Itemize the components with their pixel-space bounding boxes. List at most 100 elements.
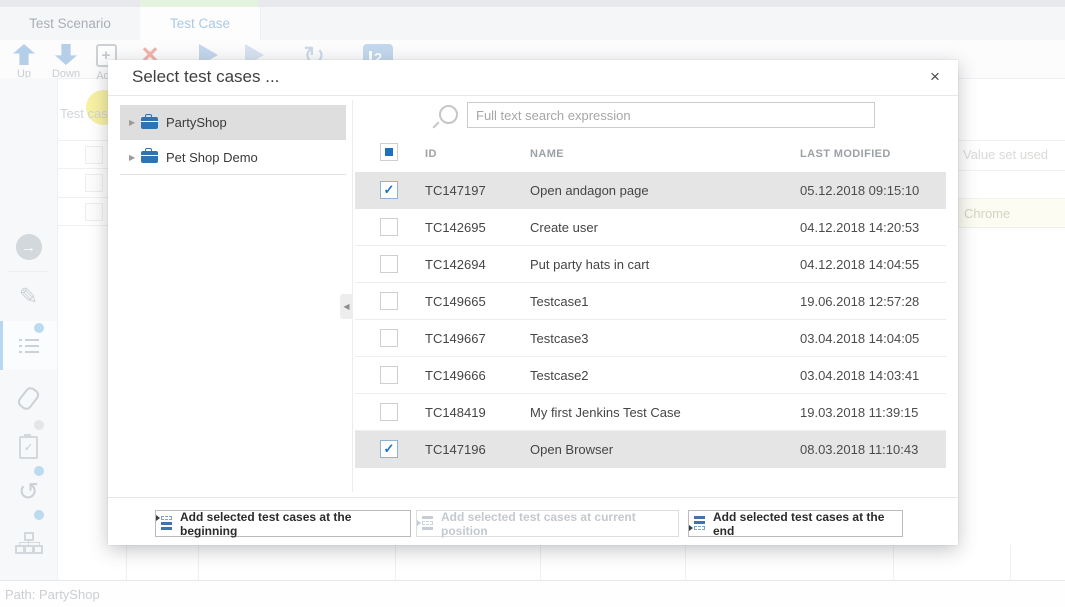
notification-dot bbox=[34, 510, 44, 520]
test-case-row[interactable]: TC142695 Create user 04.12.2018 14:20:53 bbox=[355, 209, 946, 246]
cell-last-modified: 19.03.2018 11:39:15 bbox=[800, 405, 918, 420]
cell-last-modified: 04.12.2018 14:20:53 bbox=[800, 220, 919, 235]
bg-grid-line bbox=[893, 545, 894, 580]
test-case-row[interactable]: TC149666 Testcase2 03.04.2018 14:03:41 bbox=[355, 357, 946, 394]
test-case-row[interactable]: ✓ TC147197 Open andagon page 05.12.2018 … bbox=[355, 172, 946, 209]
bg-grid-line bbox=[395, 545, 396, 580]
sidebar-item-attachments[interactable] bbox=[0, 376, 57, 420]
sidebar-divider bbox=[8, 271, 48, 272]
bg-grid-line bbox=[198, 545, 199, 580]
test-case-row[interactable]: TC142694 Put party hats in cart 04.12.20… bbox=[355, 246, 946, 283]
tree-item-label: PartyShop bbox=[166, 115, 227, 130]
search-input[interactable] bbox=[467, 102, 875, 128]
footer-button[interactable]: Add selected test cases at the beginning bbox=[155, 510, 411, 537]
active-tab-progress bbox=[140, 0, 258, 7]
collapse-panel-handle[interactable]: ◀ bbox=[340, 294, 353, 319]
close-icon[interactable]: × bbox=[924, 66, 946, 88]
footer-button-label: Add selected test cases at current posit… bbox=[441, 510, 678, 538]
footer-button: Add selected test cases at current posit… bbox=[416, 510, 679, 537]
row-checkbox[interactable]: ✓ bbox=[380, 181, 398, 199]
bg-row-checkbox bbox=[85, 146, 103, 164]
test-case-row[interactable]: TC149665 Testcase1 19.06.2018 12:57:28 bbox=[355, 283, 946, 320]
row-checkbox[interactable] bbox=[380, 255, 398, 273]
cell-last-modified: 05.12.2018 09:15:10 bbox=[800, 183, 919, 198]
cell-name: Put party hats in cart bbox=[530, 257, 649, 272]
bg-column-header-value-set: Value set used bbox=[963, 147, 1048, 162]
bg-grid-line bbox=[126, 545, 127, 580]
test-case-table: ✓ TC147197 Open andagon page 05.12.2018 … bbox=[355, 172, 946, 468]
list-icon bbox=[19, 338, 39, 354]
test-case-row[interactable]: TC148419 My first Jenkins Test Case 19.0… bbox=[355, 394, 946, 431]
row-checkbox[interactable] bbox=[380, 329, 398, 347]
insert-position-icon bbox=[417, 516, 434, 531]
bg-row-line bbox=[57, 197, 108, 198]
row-checkbox[interactable] bbox=[380, 366, 398, 384]
bg-grid-line bbox=[540, 545, 541, 580]
footer-divider bbox=[108, 497, 958, 498]
test-case-row[interactable]: ✓ TC147196 Open Browser 08.03.2018 11:10… bbox=[355, 431, 946, 468]
bg-row-line bbox=[57, 168, 108, 169]
history-icon: ↺ bbox=[18, 477, 39, 507]
sidebar-item-history[interactable]: ↺ bbox=[0, 470, 57, 514]
row-checkbox[interactable]: ✓ bbox=[380, 440, 398, 458]
arrow-up-icon bbox=[13, 44, 35, 65]
sidebar-item-hierarchy[interactable] bbox=[0, 521, 57, 565]
row-checkbox[interactable] bbox=[380, 403, 398, 421]
cell-name: Testcase2 bbox=[530, 368, 589, 383]
path-status: Path: PartyShop bbox=[5, 587, 100, 602]
sidebar-item-execute[interactable]: → bbox=[0, 225, 57, 269]
select-test-cases-dialog: Select test cases ... × ▶ PartyShop ▶ Pe… bbox=[108, 60, 958, 545]
tree-item[interactable]: ▶ PartyShop bbox=[120, 105, 346, 140]
cell-last-modified: 08.03.2018 11:10:43 bbox=[800, 442, 918, 457]
bg-grid-line bbox=[685, 545, 686, 580]
cell-id: TC147197 bbox=[425, 183, 486, 198]
bg-row-chrome: Chrome bbox=[954, 198, 1065, 228]
column-header-last-modified[interactable]: LAST MODIFIED bbox=[800, 148, 891, 160]
paperclip-icon bbox=[16, 384, 42, 411]
cell-id: TC147196 bbox=[425, 442, 486, 457]
tab-label: Test Scenario bbox=[29, 16, 111, 31]
cell-id: TC149667 bbox=[425, 331, 486, 346]
sidebar-item-test-case-list[interactable] bbox=[0, 324, 57, 368]
cell-last-modified: 03.04.2018 14:03:41 bbox=[800, 368, 919, 383]
column-header-id[interactable]: ID bbox=[425, 148, 437, 160]
caret-icon[interactable]: ▶ bbox=[129, 118, 141, 127]
cell-name: Open Browser bbox=[530, 442, 613, 457]
footer-button[interactable]: Add selected test cases at the end bbox=[688, 510, 903, 537]
notification-dot bbox=[34, 323, 44, 333]
bg-row-line bbox=[57, 225, 108, 226]
edit-pencil-icon: ✎ bbox=[19, 283, 38, 310]
project-briefcase-icon bbox=[141, 151, 158, 163]
cell-last-modified: 03.04.2018 14:04:05 bbox=[800, 331, 919, 346]
tab-test-case[interactable]: Test Case bbox=[140, 7, 261, 40]
cell-id: TC149666 bbox=[425, 368, 486, 383]
search-icon bbox=[439, 105, 458, 124]
go-arrow-icon: → bbox=[16, 234, 42, 260]
sidebar-item-edit[interactable]: ✎ bbox=[0, 274, 57, 318]
caret-icon[interactable]: ▶ bbox=[129, 153, 141, 162]
top-progress-strip bbox=[0, 0, 1065, 7]
row-checkbox[interactable] bbox=[380, 218, 398, 236]
cell-id: TC148419 bbox=[425, 405, 486, 420]
cell-name: Open andagon page bbox=[530, 183, 649, 198]
check-glyph: ✓ bbox=[24, 441, 33, 454]
bg-row-line bbox=[954, 170, 1065, 171]
cell-last-modified: 04.12.2018 14:04:55 bbox=[800, 257, 919, 272]
sidebar-item-checklist[interactable]: ✓ bbox=[0, 425, 57, 469]
cell-name: My first Jenkins Test Case bbox=[530, 405, 681, 420]
cell-name: Testcase1 bbox=[530, 294, 589, 309]
tree-item[interactable]: ▶ Pet Shop Demo bbox=[120, 140, 346, 175]
bg-grid-line bbox=[1010, 545, 1011, 580]
sitemap-icon bbox=[15, 532, 43, 554]
row-checkbox[interactable] bbox=[380, 292, 398, 310]
column-header-name[interactable]: NAME bbox=[530, 148, 564, 160]
tab-test-scenario[interactable]: Test Scenario bbox=[0, 7, 140, 40]
dialog-header: Select test cases ... × bbox=[108, 60, 958, 96]
cell-id: TC142694 bbox=[425, 257, 486, 272]
footer-button-label: Add selected test cases at the beginning bbox=[180, 510, 410, 538]
footer-button-label: Add selected test cases at the end bbox=[713, 510, 902, 538]
insert-position-icon bbox=[689, 516, 706, 531]
test-case-row[interactable]: TC149667 Testcase3 03.04.2018 14:04:05 bbox=[355, 320, 946, 357]
select-all-checkbox[interactable] bbox=[380, 143, 398, 161]
table-header: ID NAME LAST MODIFIED bbox=[355, 140, 946, 172]
